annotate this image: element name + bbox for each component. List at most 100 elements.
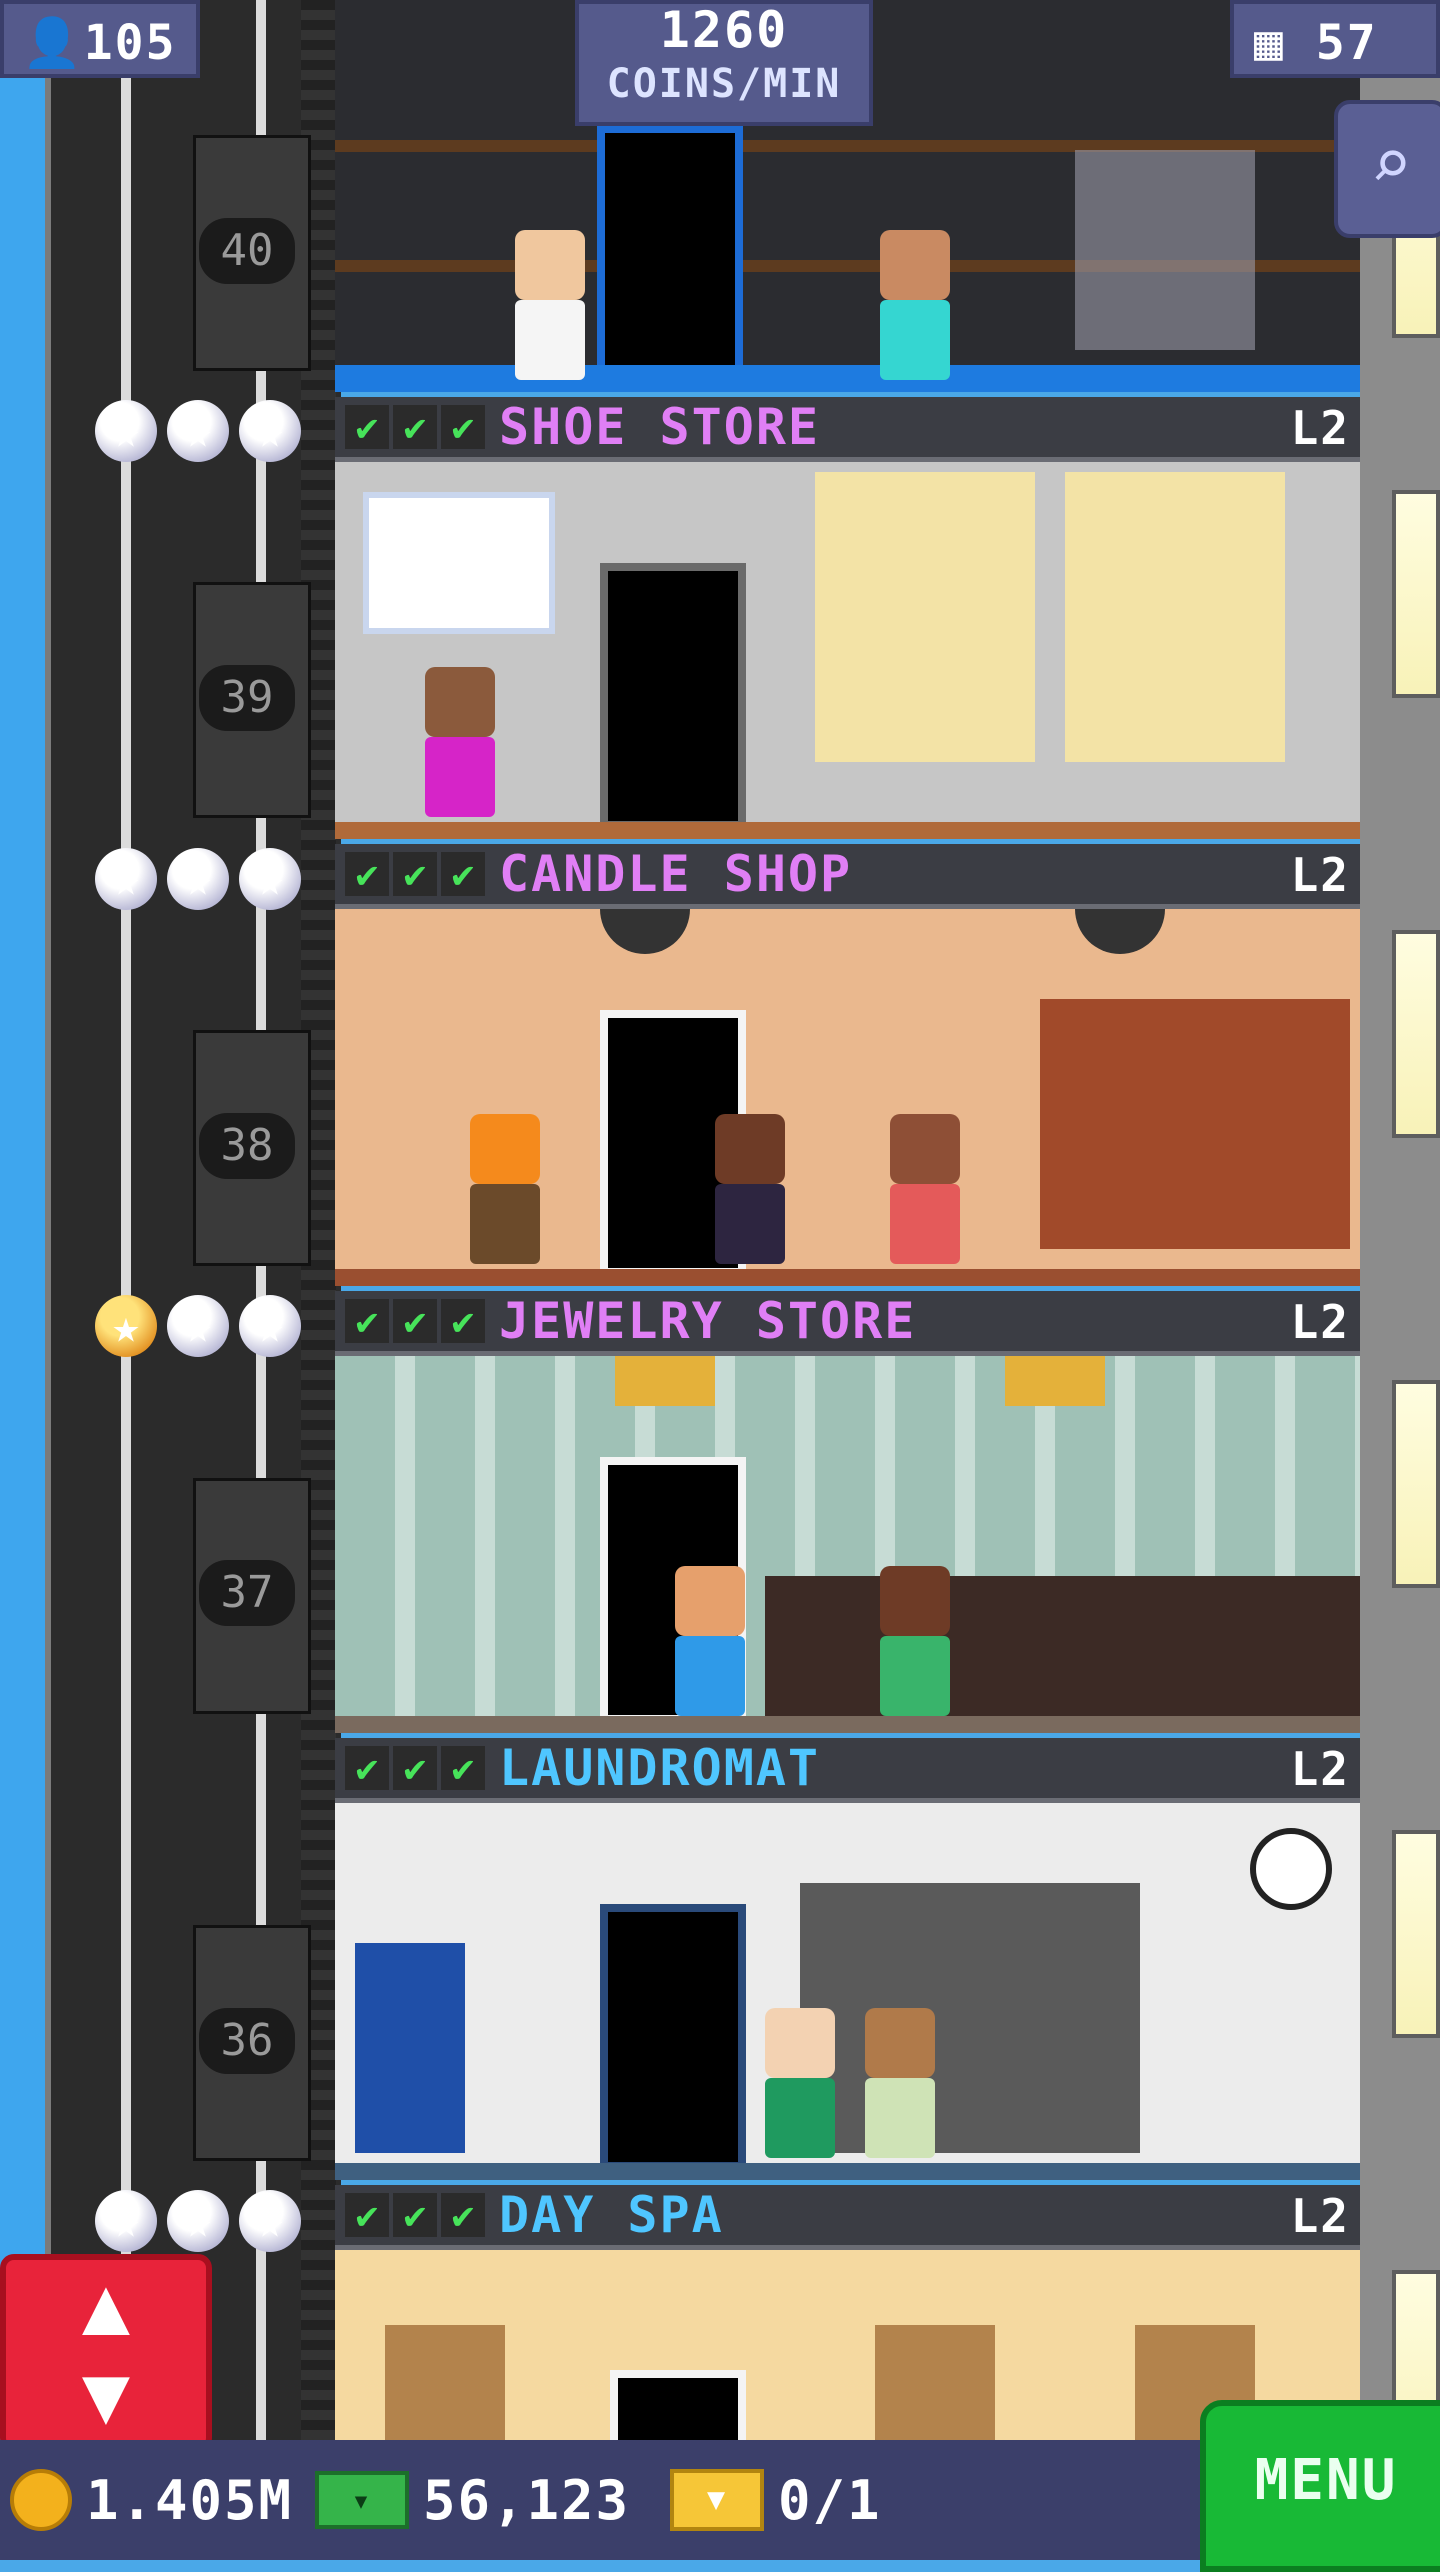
star-icon: ★ <box>167 1295 229 1357</box>
star-icon: ★ <box>95 400 157 462</box>
person-icon: 👤 <box>22 15 84 71</box>
shaft-floor-number: 37 <box>199 1560 295 1626</box>
floor-jewelry-store[interactable]: ✔ ✔ ✔ JEWELRY STORE L2 <box>335 1291 1360 1733</box>
check-icon: ✔ <box>441 2193 485 2237</box>
ceiling-lamp <box>1075 909 1165 954</box>
sky-background <box>0 0 45 2440</box>
room-interior <box>335 462 1360 839</box>
wall-picture <box>875 2325 995 2440</box>
star-icon: ★ <box>239 848 301 910</box>
floor-strip <box>335 1269 1360 1286</box>
bux-icon: ▾ <box>315 2471 409 2529</box>
room-door <box>600 1904 746 2170</box>
check-icon: ✔ <box>393 1299 437 1343</box>
chandelier <box>1005 1356 1105 1406</box>
window <box>1392 1380 1440 1588</box>
floor-star-rating: ★ ★ ★ <box>95 848 301 910</box>
room-interior <box>335 1356 1360 1733</box>
coins-value: 1.405M <box>86 2468 294 2532</box>
star-icon: ★ <box>239 2190 301 2252</box>
coins-per-min-label: COINS/MIN <box>606 61 842 107</box>
room-door <box>597 125 743 376</box>
building-right-wall <box>1360 0 1440 2478</box>
population-value: 105 <box>83 15 177 71</box>
person[interactable] <box>515 230 585 380</box>
bux-counter[interactable]: ▾ 56,123 <box>315 2440 630 2560</box>
person[interactable] <box>425 667 495 817</box>
floor-star-rating: ★ ★ ★ <box>95 1295 301 1357</box>
jewelry-counter <box>765 1576 1360 1716</box>
floor-level: L2 <box>1290 401 1350 455</box>
tickets-value: 0/1 <box>778 2468 882 2532</box>
floor-laundromat[interactable]: ✔ ✔ ✔ LAUNDROMAT L2 <box>335 1738 1360 2180</box>
vending-machine <box>355 1943 465 2153</box>
person[interactable] <box>765 2008 835 2158</box>
floor-shoe-store[interactable]: ✔ ✔ ✔ SHOE STORE L2 <box>335 397 1360 839</box>
person[interactable] <box>880 230 950 380</box>
menu-button[interactable]: MENU <box>1200 2400 1440 2572</box>
person[interactable] <box>865 2008 935 2158</box>
person[interactable] <box>890 1114 960 1264</box>
star-icon: ★ <box>167 400 229 462</box>
building-icon: ▦ <box>1254 15 1285 71</box>
star-icon: ★ <box>167 2190 229 2252</box>
shaft-floor-number: 40 <box>199 218 295 284</box>
zoom-out-button[interactable]: ⌕ <box>1334 100 1440 238</box>
check-icon: ✔ <box>441 1746 485 1790</box>
check-icon: ✔ <box>345 852 389 896</box>
floor-day-spa[interactable]: ✔ ✔ ✔ DAY SPA L2 <box>335 2185 1360 2448</box>
check-icon: ✔ <box>393 852 437 896</box>
floor-level: L2 <box>1290 2189 1350 2243</box>
person[interactable] <box>675 1566 745 1716</box>
room-door <box>610 2370 746 2448</box>
person[interactable] <box>715 1114 785 1264</box>
floor-strip <box>335 2163 1360 2180</box>
window <box>1392 490 1440 698</box>
window <box>1392 930 1440 1138</box>
window <box>1392 1830 1440 2038</box>
wall-poster <box>363 492 555 634</box>
floor-checks: ✔ ✔ ✔ <box>345 852 485 896</box>
floor-name: JEWELRY STORE <box>499 1292 917 1350</box>
person[interactable] <box>470 1114 540 1264</box>
tickets-counter[interactable]: ▼ 0/1 <box>670 2440 882 2560</box>
floor-candle-shop[interactable]: ✔ ✔ ✔ CANDLE SHOP L2 <box>335 844 1360 1286</box>
floor-banner: ✔ ✔ ✔ SHOE STORE L2 <box>335 397 1360 462</box>
elevator-up-down-icon: ▲ ▼ <box>81 2258 131 2441</box>
coins-per-min-value: 1260 <box>659 1 789 59</box>
floor-name: LAUNDROMAT <box>499 1739 821 1797</box>
floor-strip <box>335 365 1360 392</box>
person[interactable] <box>880 1566 950 1716</box>
population-counter[interactable]: 👤105 <box>0 0 200 78</box>
check-icon: ✔ <box>345 1299 389 1343</box>
floor-name: CANDLE SHOP <box>499 845 853 903</box>
floor-banner: ✔ ✔ ✔ DAY SPA L2 <box>335 2185 1360 2250</box>
coins-per-min-panel: 1260 COINS/MIN <box>575 0 873 126</box>
check-icon: ✔ <box>441 1299 485 1343</box>
floor-name: DAY SPA <box>499 2186 724 2244</box>
check-icon: ✔ <box>345 2193 389 2237</box>
floor-level: L2 <box>1290 1742 1350 1796</box>
bux-value: 56,123 <box>423 2468 631 2532</box>
room-interior <box>335 909 1360 1286</box>
check-icon: ✔ <box>345 405 389 449</box>
star-icon: ★ <box>95 1295 157 1357</box>
elevator-shaft[interactable]: 40 39 38 37 36 <box>45 0 341 2440</box>
floor-checks: ✔ ✔ ✔ <box>345 1746 485 1790</box>
washing-machines <box>800 1883 1140 2153</box>
floor-counter[interactable]: ▦ 57 <box>1230 0 1440 78</box>
floor-checks: ✔ ✔ ✔ <box>345 2193 485 2237</box>
room-door <box>600 563 746 829</box>
floor-banner: ✔ ✔ ✔ CANDLE SHOP L2 <box>335 844 1360 909</box>
floor-star-rating: ★ ★ ★ <box>95 400 301 462</box>
check-icon: ✔ <box>441 405 485 449</box>
floor-level: L2 <box>1290 848 1350 902</box>
shaft-floor-number: 38 <box>199 1113 295 1179</box>
floor-banner: ✔ ✔ ✔ LAUNDROMAT L2 <box>335 1738 1360 1803</box>
elevator-button[interactable]: ▲ ▼ <box>0 2254 212 2452</box>
shoe-display <box>1065 472 1285 762</box>
floor-banner: ✔ ✔ ✔ JEWELRY STORE L2 <box>335 1291 1360 1356</box>
coins-counter[interactable]: 1.405M <box>10 2440 293 2560</box>
shoe-display <box>815 472 1035 762</box>
star-icon: ★ <box>95 2190 157 2252</box>
